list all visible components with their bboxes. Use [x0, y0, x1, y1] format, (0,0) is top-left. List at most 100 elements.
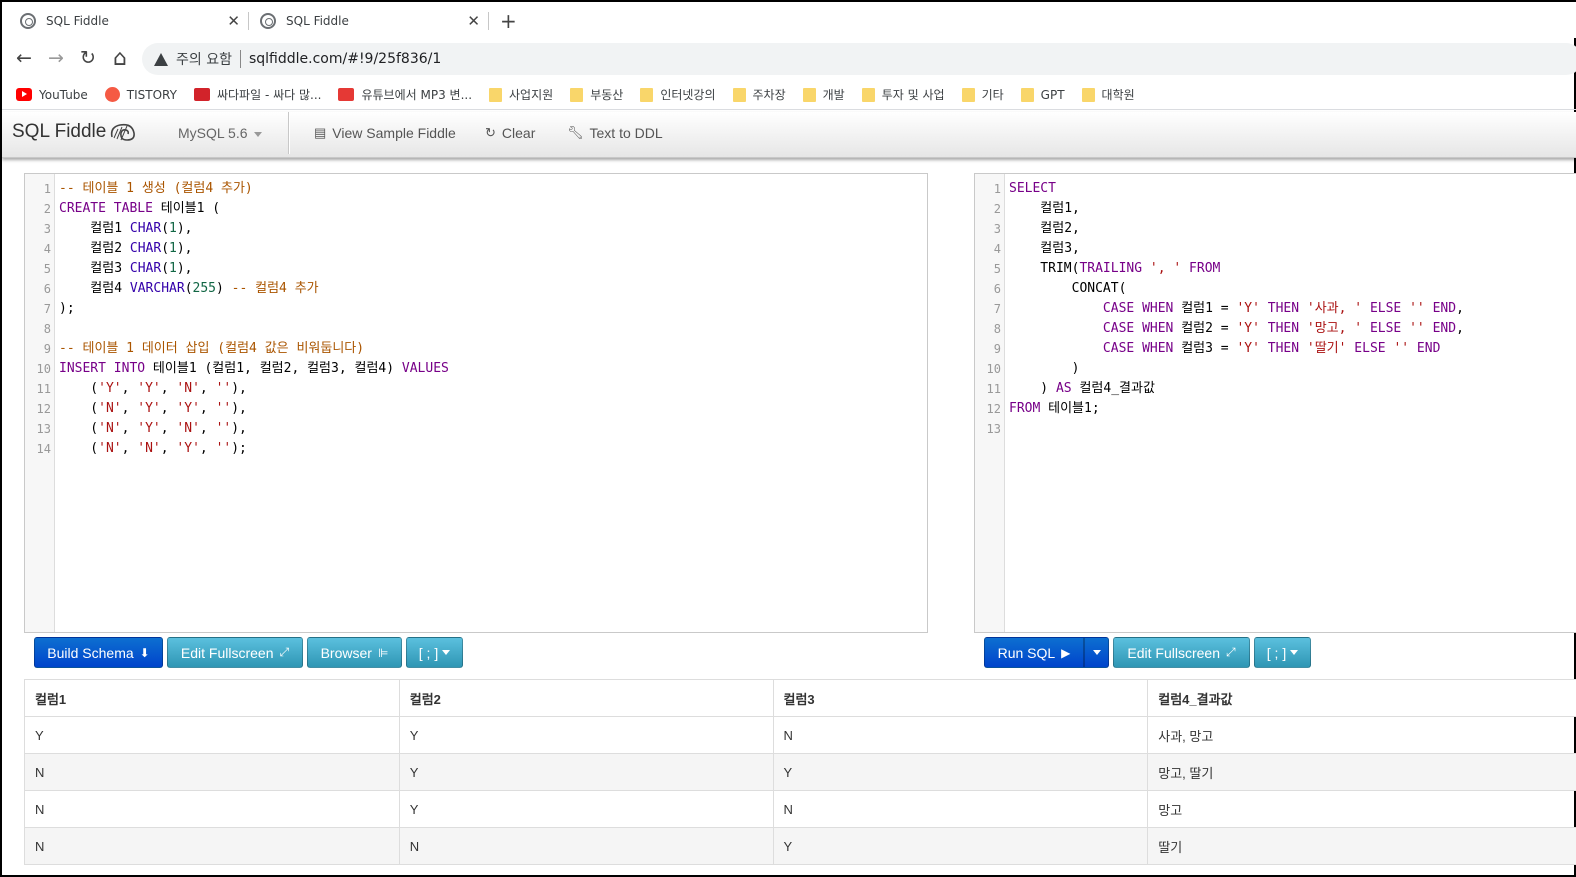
code-line[interactable]: 9 -- 테이블 1 데이터 삽입 (컬럼4 값은 비워둡니다): [25, 339, 927, 359]
code-text[interactable]: ('Y', 'Y', 'N', ''),: [53, 379, 247, 399]
close-tab-icon[interactable]: ✕: [467, 12, 480, 30]
code-text[interactable]: ('N', 'Y', 'Y', ''),: [53, 399, 247, 419]
code-line[interactable]: 7);: [25, 299, 927, 319]
query-editor[interactable]: 1 SELECT 2 컬럼1, 3 컬럼2, 4 컬럼3, 5 TRIM(TRAILING…: [974, 173, 1576, 633]
bookmark-tistory[interactable]: TISTORY: [104, 87, 177, 102]
code-text[interactable]: CASE WHEN 컬럼1 = 'Y' THEN '사과, ' ELSE '' …: [1003, 299, 1464, 319]
run-sql-dropdown[interactable]: [1084, 637, 1109, 668]
line-number: 5: [993, 262, 1001, 276]
code-line[interactable]: 14 ('N', 'N', 'Y', '');: [25, 439, 927, 459]
code-line[interactable]: 10 ): [975, 359, 1576, 379]
code-line[interactable]: 8: [25, 319, 927, 339]
code-text[interactable]: -- 테이블 1 생성 (컬럼4 추가): [53, 179, 253, 199]
code-text[interactable]: 컬럼2 CHAR(1),: [53, 239, 192, 259]
code-text[interactable]: 컬럼3,: [1003, 239, 1080, 259]
code-line[interactable]: 11 ('Y', 'Y', 'N', ''),: [25, 379, 927, 399]
code-line[interactable]: 1 SELECT: [975, 179, 1576, 199]
close-tab-icon[interactable]: ✕: [227, 12, 240, 30]
code-text[interactable]: ): [1003, 359, 1080, 379]
code-text[interactable]: SELECT: [1003, 179, 1056, 199]
schema-code-lines[interactable]: 1 -- 테이블 1 생성 (컬럼4 추가) 2 CREATE TABLE 테이블1 …: [25, 179, 927, 459]
clear-link[interactable]: ↻ Clear: [485, 125, 535, 141]
terminator-label: [ ; ]: [418, 644, 439, 661]
warning-icon[interactable]: [154, 52, 168, 66]
schema-terminator-dropdown[interactable]: [ ; ]: [406, 637, 463, 668]
run-sql-button[interactable]: Run SQL ▶: [984, 637, 1084, 668]
code-text[interactable]: ('N', 'N', 'Y', '');: [53, 439, 247, 459]
code-text[interactable]: CASE WHEN 컬럼3 = 'Y' THEN '딸기' ELSE '' EN…: [1003, 339, 1440, 359]
query-code-lines[interactable]: 1 SELECT 2 컬럼1, 3 컬럼2, 4 컬럼3, 5 TRIM(TRAILING…: [975, 179, 1576, 439]
bookmark-folder[interactable]: GPT: [1020, 87, 1065, 102]
code-line[interactable]: 7 CASE WHEN 컬럼1 = 'Y' THEN '사과, ' ELSE '…: [975, 299, 1576, 319]
bookmark-folder[interactable]: 투자 및 사업: [861, 86, 945, 103]
text-to-ddl-link[interactable]: 🔧︎ Text to DDL: [567, 125, 663, 141]
code-text[interactable]: -- 테이블 1 데이터 삽입 (컬럼4 값은 비워둡니다): [53, 339, 364, 359]
code-text[interactable]: INSERT INTO 테이블1 (컬럼1, 컬럼2, 컬럼3, 컬럼4) VA…: [53, 359, 449, 379]
code-line[interactable]: 11 ) AS 컬럼4_결과값: [975, 379, 1576, 399]
browser-tab[interactable]: SQL Fiddle ✕: [242, 6, 488, 36]
database-version-dropdown[interactable]: MySQL 5.6: [178, 125, 262, 141]
schema-edit-fullscreen-button[interactable]: Edit Fullscreen ⤢: [167, 637, 303, 668]
code-line[interactable]: 9 CASE WHEN 컬럼3 = 'Y' THEN '딸기' ELSE '' …: [975, 339, 1576, 359]
code-line[interactable]: 6 CONCAT(: [975, 279, 1576, 299]
code-text[interactable]: 컬럼3 CHAR(1),: [53, 259, 192, 279]
code-text[interactable]: FROM 테이블1;: [1003, 399, 1100, 419]
bookmark-ssadafile[interactable]: 싸다파일 - 싸다 많...: [193, 86, 321, 103]
bookmark-folder[interactable]: 인터넷강의: [640, 86, 716, 103]
code-line[interactable]: 5 TRIM(TRAILING ', ' FROM: [975, 259, 1576, 279]
bookmark-folder[interactable]: 사업지원: [489, 86, 553, 103]
brand-logo[interactable]: SQL Fiddle: [12, 121, 138, 143]
line-number: 5: [43, 262, 51, 276]
bookmark-folder[interactable]: 기타: [961, 86, 1004, 103]
bookmark-folder[interactable]: 개발: [802, 86, 845, 103]
code-text[interactable]: TRIM(TRAILING ', ' FROM: [1003, 259, 1220, 279]
code-line[interactable]: 13 ('N', 'Y', 'N', ''),: [25, 419, 927, 439]
code-text[interactable]: ) AS 컬럼4_결과값: [1003, 379, 1155, 399]
code-text[interactable]: CASE WHEN 컬럼2 = 'Y' THEN '망고, ' ELSE '' …: [1003, 319, 1464, 339]
code-line[interactable]: 5 컬럼3 CHAR(1),: [25, 259, 927, 279]
back-arrow-icon[interactable]: ←: [12, 46, 36, 70]
code-line[interactable]: 3 컬럼1 CHAR(1),: [25, 219, 927, 239]
bookmark-folder[interactable]: 부동산: [570, 86, 623, 103]
code-text[interactable]: 컬럼2,: [1003, 219, 1080, 239]
url-text[interactable]: sqlfiddle.com/#!9/25f836/1: [249, 51, 441, 67]
code-line[interactable]: 4 컬럼2 CHAR(1),: [25, 239, 927, 259]
table-cell: Y: [24, 716, 400, 754]
code-text[interactable]: 컬럼1,: [1003, 199, 1080, 219]
query-terminator-dropdown[interactable]: [ ; ]: [1254, 637, 1311, 668]
code-text[interactable]: CONCAT(: [1003, 279, 1127, 299]
code-line[interactable]: 3 컬럼2,: [975, 219, 1576, 239]
code-text[interactable]: [53, 319, 59, 339]
code-line[interactable]: 12 FROM 테이블1;: [975, 399, 1576, 419]
code-line[interactable]: 12 ('N', 'Y', 'Y', ''),: [25, 399, 927, 419]
view-sample-fiddle-link[interactable]: ▤ View Sample Fiddle: [314, 125, 456, 141]
bookmark-folder[interactable]: 대학원: [1081, 86, 1135, 103]
code-line[interactable]: 2 컬럼1,: [975, 199, 1576, 219]
code-line[interactable]: 13: [975, 419, 1576, 439]
code-text[interactable]: 컬럼4 VARCHAR(255) -- 컬럼4 추가: [53, 279, 318, 299]
code-line[interactable]: 4 컬럼3,: [975, 239, 1576, 259]
code-text[interactable]: [1003, 419, 1009, 439]
home-icon[interactable]: ⌂: [108, 46, 132, 71]
code-text[interactable]: );: [53, 299, 75, 319]
code-line[interactable]: 10 INSERT INTO 테이블1 (컬럼1, 컬럼2, 컬럼3, 컬럼4) …: [25, 359, 927, 379]
code-text[interactable]: 컬럼1 CHAR(1),: [53, 219, 192, 239]
code-line[interactable]: 8 CASE WHEN 컬럼2 = 'Y' THEN '망고, ' ELSE '…: [975, 319, 1576, 339]
new-tab-button[interactable]: +: [500, 9, 517, 33]
browser-tab-active[interactable]: SQL Fiddle ✕: [2, 6, 248, 36]
schema-editor[interactable]: 1 -- 테이블 1 생성 (컬럼4 추가) 2 CREATE TABLE 테이블1 …: [24, 173, 928, 633]
bookmark-youtube-mp3[interactable]: 유튜브에서 MP3 변...: [338, 86, 472, 103]
schema-browser-button[interactable]: Browser ⊫: [307, 637, 402, 668]
forward-arrow-icon[interactable]: →: [44, 46, 68, 70]
bookmark-youtube[interactable]: YouTube: [16, 88, 88, 102]
url-bar[interactable]: 주의 요함 sqlfiddle.com/#!9/25f836/1: [142, 43, 1576, 75]
bookmark-folder[interactable]: 주차장: [732, 86, 786, 103]
code-text[interactable]: ('N', 'Y', 'N', ''),: [53, 419, 247, 439]
build-schema-button[interactable]: Build Schema ⬇: [34, 637, 163, 668]
query-edit-fullscreen-button[interactable]: Edit Fullscreen ⤢: [1113, 637, 1250, 668]
code-line[interactable]: 6 컬럼4 VARCHAR(255) -- 컬럼4 추가: [25, 279, 927, 299]
reload-icon[interactable]: ↻: [76, 46, 100, 70]
code-text[interactable]: CREATE TABLE 테이블1 (: [53, 199, 220, 219]
code-line[interactable]: 1 -- 테이블 1 생성 (컬럼4 추가): [25, 179, 927, 199]
code-line[interactable]: 2 CREATE TABLE 테이블1 (: [25, 199, 927, 219]
